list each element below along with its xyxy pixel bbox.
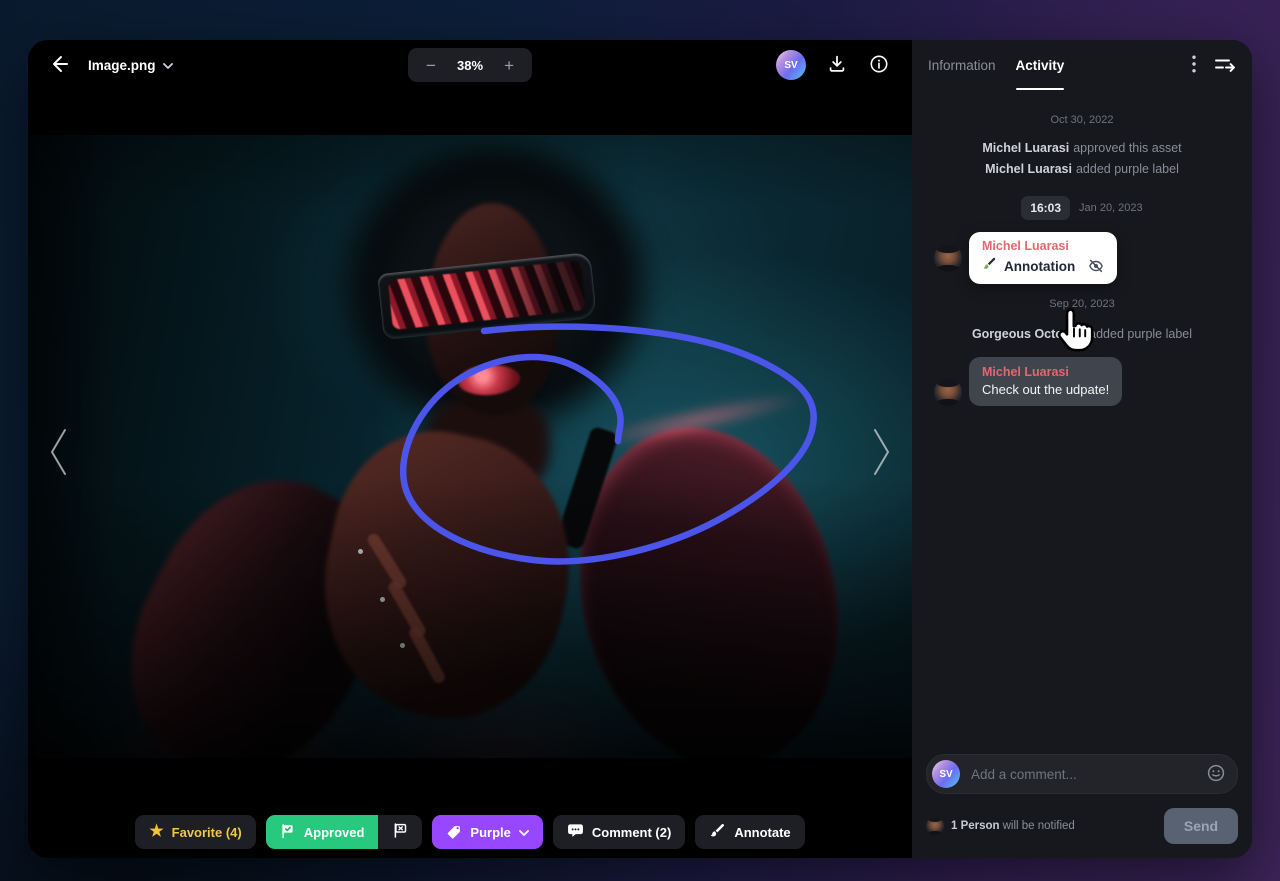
notify-count: 1 Person bbox=[951, 820, 1000, 832]
comment-composer: SV 1 Personwill be notified Send bbox=[912, 742, 1252, 858]
back-arrow-icon bbox=[50, 54, 70, 77]
annotate-button[interactable]: Annotate bbox=[695, 815, 804, 849]
tab-information[interactable]: Information bbox=[928, 40, 996, 90]
paintbrush-color-icon bbox=[982, 256, 997, 276]
activity-sidebar: Information Activity Oct 30, 2022 Michel bbox=[912, 40, 1252, 858]
file-name: Image.png bbox=[88, 58, 156, 73]
send-button[interactable]: Send bbox=[1164, 808, 1238, 844]
feed-date: Oct 30, 2022 bbox=[926, 114, 1238, 126]
notify-info: 1 Personwill be notified bbox=[926, 817, 1075, 835]
label-name: Purple bbox=[470, 825, 510, 840]
time-tooltip: 16:03 bbox=[1021, 196, 1070, 220]
approved-button[interactable]: Approved bbox=[266, 815, 379, 849]
favorite-label: Favorite (4) bbox=[172, 825, 242, 840]
viewer-pane: Image.png − 38% + SV bbox=[28, 40, 912, 858]
feed-date: Jan 20, 2023 bbox=[1079, 202, 1143, 214]
activity-feed: Oct 30, 2022 Michel Luarasiapproved this… bbox=[912, 90, 1252, 742]
annotation-drawing[interactable] bbox=[28, 135, 912, 758]
commenter-avatar[interactable] bbox=[934, 378, 962, 406]
feed-date-row: 16:03 Jan 20, 2023 bbox=[926, 196, 1238, 220]
label-dropdown-button[interactable]: Purple bbox=[432, 815, 542, 849]
paintbrush-icon bbox=[709, 822, 726, 842]
feed-date: Sep 20, 2023 bbox=[926, 298, 1238, 310]
action-toolbar: ★ Favorite (4) Approved bbox=[28, 815, 912, 849]
comment-entry: Michel Luarasi Check out the udpate! bbox=[926, 357, 1238, 406]
reject-flag-button[interactable] bbox=[378, 815, 422, 849]
event-action: added purple label bbox=[1089, 327, 1192, 341]
avatar-initials: SV bbox=[939, 769, 952, 780]
comment-author: Michel Luarasi bbox=[982, 365, 1109, 379]
sidebar-header: Information Activity bbox=[912, 40, 1252, 90]
tab-activity[interactable]: Activity bbox=[1016, 40, 1065, 90]
info-icon bbox=[868, 53, 890, 78]
tag-icon bbox=[446, 823, 462, 842]
event-user-name: Michel Luarasi bbox=[982, 141, 1069, 155]
comment-input[interactable] bbox=[969, 766, 1197, 783]
notified-person-avatar bbox=[926, 817, 944, 835]
comment-label: Comment (2) bbox=[592, 825, 671, 840]
zoom-in-button[interactable]: + bbox=[498, 56, 520, 75]
chevron-down-icon bbox=[519, 825, 529, 840]
eye-off-icon[interactable] bbox=[1088, 258, 1104, 274]
annotate-label: Annotate bbox=[734, 825, 790, 840]
zoom-control: − 38% + bbox=[408, 48, 532, 82]
event-action: added purple label bbox=[1076, 162, 1179, 176]
comment-bubble[interactable]: Michel Luarasi Check out the udpate! bbox=[969, 357, 1122, 406]
chevron-down-icon bbox=[163, 58, 173, 73]
user-avatar[interactable]: SV bbox=[776, 50, 806, 80]
approval-button-group: Approved bbox=[266, 815, 423, 849]
notify-text: will be notified bbox=[1003, 820, 1075, 832]
file-name-dropdown[interactable]: Image.png bbox=[88, 58, 173, 73]
commenter-avatar[interactable] bbox=[934, 244, 962, 272]
download-icon bbox=[826, 53, 848, 78]
event-action: approved this asset bbox=[1073, 141, 1181, 155]
zoom-out-button[interactable]: − bbox=[420, 56, 442, 75]
back-button[interactable] bbox=[50, 54, 70, 77]
feed-event: Michel Luarasi added purple label bbox=[926, 159, 1238, 180]
feed-event: Michel Luarasi approved this asset bbox=[926, 138, 1238, 159]
collapse-panel-button[interactable] bbox=[1214, 56, 1236, 75]
more-options-button[interactable] bbox=[1192, 55, 1196, 76]
smiley-icon bbox=[1206, 771, 1226, 786]
chevron-left-icon bbox=[46, 466, 70, 481]
composer-footer: 1 Personwill be notified Send bbox=[926, 808, 1238, 844]
viewer-topbar: Image.png − 38% + SV bbox=[28, 40, 912, 90]
annotation-card[interactable]: Michel Luarasi Annotation bbox=[969, 232, 1117, 284]
comment-bubble-icon bbox=[567, 822, 584, 842]
kebab-menu-icon bbox=[1192, 55, 1196, 76]
annotation-label: Annotation bbox=[1004, 259, 1075, 274]
approved-label: Approved bbox=[304, 825, 365, 840]
topbar-actions: SV bbox=[776, 50, 890, 80]
event-user-name: Gorgeous Octopus bbox=[972, 327, 1085, 341]
avatar-initials: SV bbox=[784, 60, 797, 71]
flag-x-icon bbox=[392, 822, 409, 842]
flag-check-icon bbox=[280, 823, 296, 842]
comment-button[interactable]: Comment (2) bbox=[553, 815, 685, 849]
star-icon: ★ bbox=[149, 824, 163, 840]
event-user-name: Michel Luarasi bbox=[985, 162, 1072, 176]
comment-text: Check out the udpate! bbox=[982, 382, 1109, 397]
annotation-line: Annotation bbox=[982, 256, 1104, 276]
chevron-right-icon bbox=[870, 466, 894, 481]
user-avatar: SV bbox=[932, 760, 960, 788]
favorite-button[interactable]: ★ Favorite (4) bbox=[135, 815, 255, 849]
asset-review-window: Image.png − 38% + SV bbox=[28, 40, 1252, 858]
feed-event: Gorgeous Octopus added purple label bbox=[926, 324, 1238, 345]
annotation-author: Michel Luarasi bbox=[982, 239, 1104, 253]
previous-asset-button[interactable] bbox=[40, 425, 76, 482]
info-button[interactable] bbox=[868, 53, 890, 78]
download-button[interactable] bbox=[826, 53, 848, 78]
comment-input-field[interactable]: SV bbox=[926, 754, 1238, 794]
collapse-panel-icon bbox=[1214, 56, 1236, 75]
next-asset-button[interactable] bbox=[864, 425, 900, 482]
annotation-entry: Michel Luarasi Annotation bbox=[926, 232, 1238, 284]
emoji-button[interactable] bbox=[1206, 763, 1226, 786]
asset-image[interactable] bbox=[28, 135, 912, 758]
sidebar-header-actions bbox=[1192, 55, 1236, 76]
zoom-level: 38% bbox=[457, 58, 483, 73]
